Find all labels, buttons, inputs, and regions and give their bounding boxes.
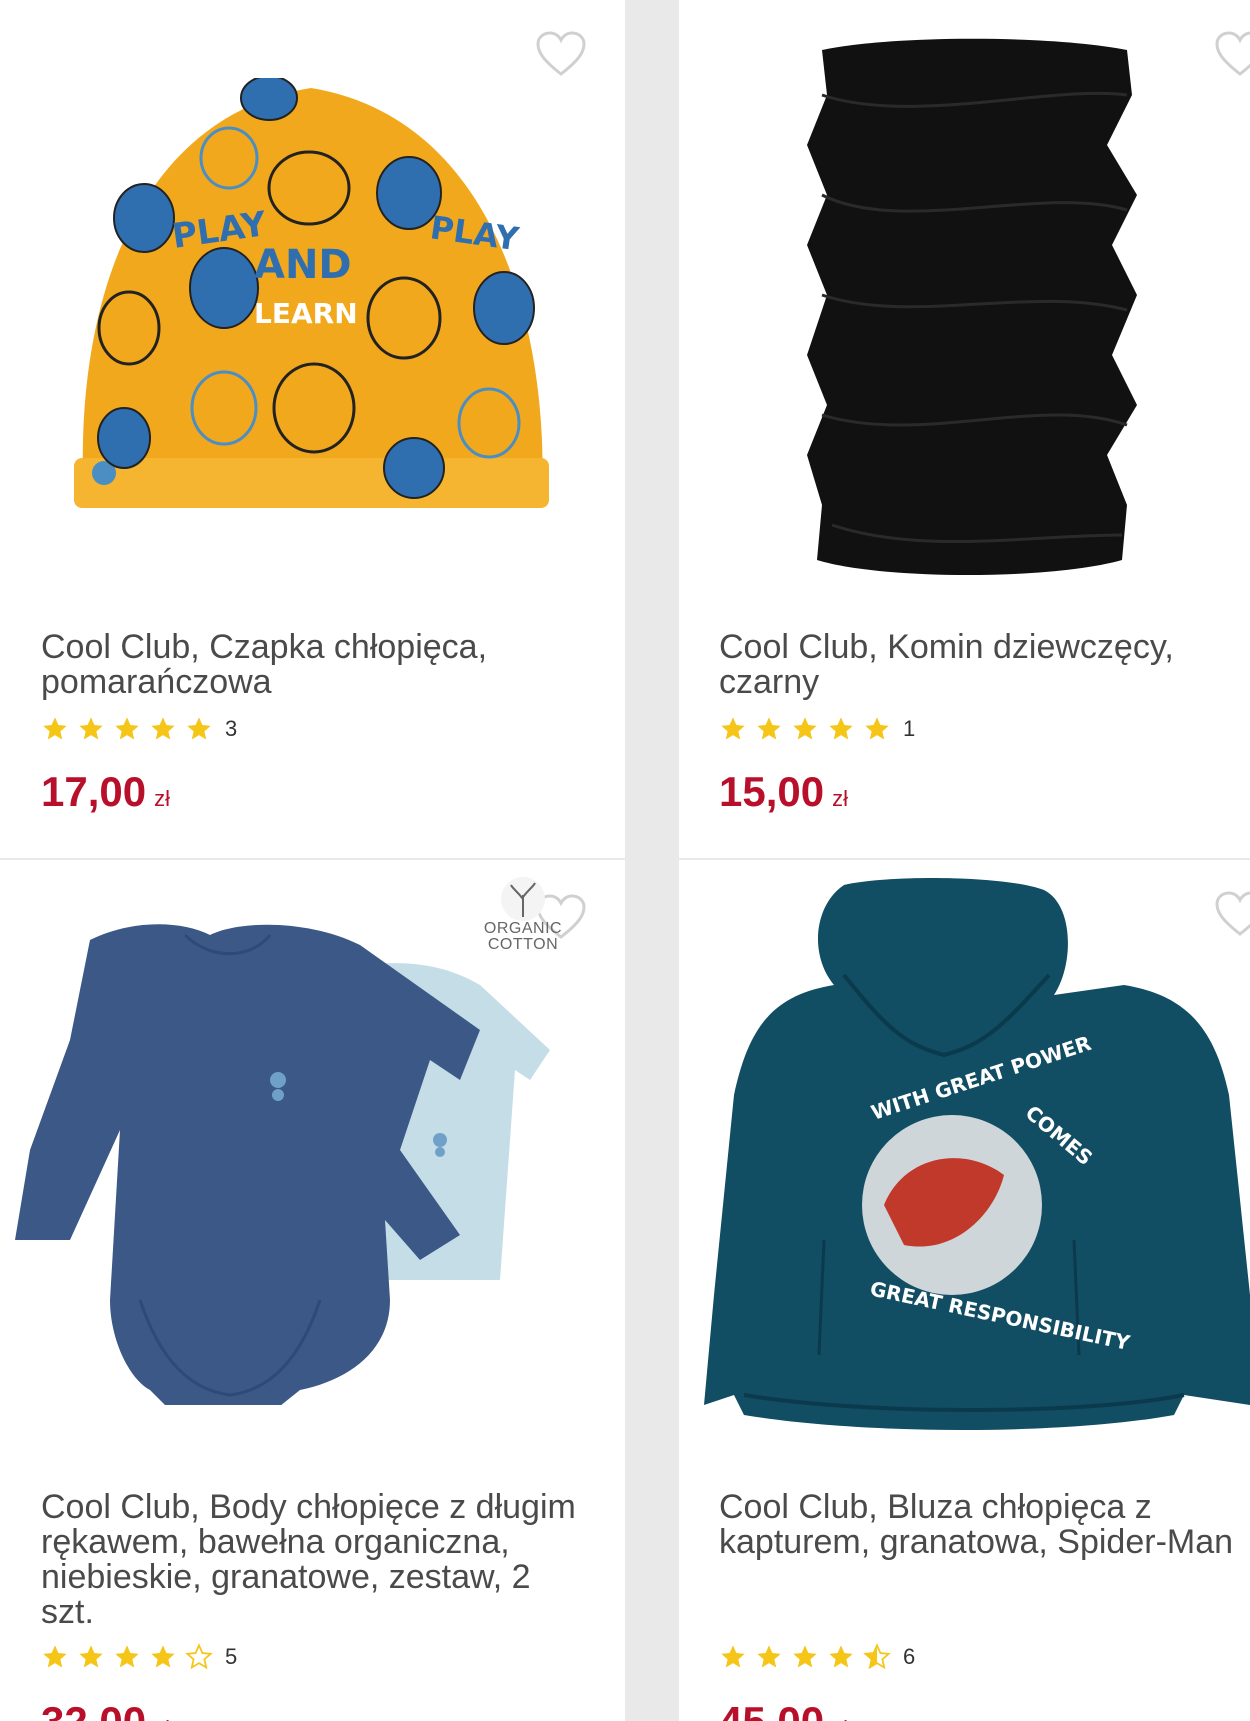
star-icon <box>827 1643 855 1671</box>
product-card[interactable]: WITH GREAT POWER COMES GREAT RESPONSIBIL… <box>679 860 1250 1721</box>
price-currency: zł <box>832 786 848 811</box>
star-half-icon <box>863 1643 891 1671</box>
product-card[interactable]: Cool Club, Komin dziewczęcy, czarny 1 15… <box>679 0 1250 858</box>
star-outline-icon <box>185 1643 213 1671</box>
product-card[interactable]: PLAY PLAY AND LEARN Cool Club, Czapka ch… <box>0 0 625 858</box>
price: 32,00 zł <box>41 1698 170 1721</box>
rating-count: 5 <box>225 1644 238 1669</box>
star-icon <box>719 1643 747 1671</box>
price: 45,00 zł <box>719 1698 848 1721</box>
star-icon <box>149 1643 177 1671</box>
rating: 1 <box>719 715 915 743</box>
product-title[interactable]: Cool Club, Body chłopięce z długim rękaw… <box>41 1490 591 1630</box>
svg-text:AND: AND <box>254 242 352 288</box>
price: 17,00 zł <box>41 768 170 816</box>
product-image[interactable] <box>10 900 605 1405</box>
star-icon <box>41 1643 69 1671</box>
star-icon <box>791 1643 819 1671</box>
product-image[interactable]: WITH GREAT POWER COMES GREAT RESPONSIBIL… <box>704 875 1250 1475</box>
product-grid: PLAY PLAY AND LEARN Cool Club, Czapka ch… <box>0 0 1250 1721</box>
price-amount: 17,00 <box>41 768 147 815</box>
rating-count: 6 <box>903 1644 916 1669</box>
product-title[interactable]: Cool Club, Komin dziewczęcy, czarny <box>719 630 1249 700</box>
svg-text:LEARN: LEARN <box>254 297 358 330</box>
star-icon <box>77 715 105 743</box>
rating: 5 <box>41 1643 237 1671</box>
star-icon <box>863 715 891 743</box>
star-icon <box>791 715 819 743</box>
rating: 6 <box>719 1643 915 1671</box>
rating-count: 1 <box>903 716 916 741</box>
price-currency: zł <box>832 1716 848 1721</box>
heart-icon[interactable] <box>535 30 587 78</box>
star-icon <box>113 1643 141 1671</box>
star-icon <box>149 715 177 743</box>
price-currency: zł <box>154 786 170 811</box>
star-icon <box>755 715 783 743</box>
star-icon <box>77 1643 105 1671</box>
rating: 3 <box>41 715 237 743</box>
rating-count: 3 <box>225 716 238 741</box>
star-icon <box>755 1643 783 1671</box>
star-icon <box>113 715 141 743</box>
product-title[interactable]: Cool Club, Bluza chłopięca z kapturem, g… <box>719 1490 1249 1560</box>
price-currency: zł <box>154 1716 170 1721</box>
product-card[interactable]: ORGANIC COTTON Cool Club, Body chłopięce… <box>0 860 625 1721</box>
star-icon <box>827 715 855 743</box>
product-image[interactable]: PLAY PLAY AND LEARN <box>74 78 549 533</box>
product-title[interactable]: Cool Club, Czapka chłopięca, pomarańczow… <box>41 630 591 700</box>
price-amount: 45,00 <box>719 1698 824 1721</box>
price-amount: 15,00 <box>719 768 825 815</box>
heart-icon[interactable] <box>1214 30 1250 78</box>
price-amount: 32,00 <box>41 1698 146 1721</box>
price: 15,00 zł <box>719 768 848 816</box>
star-icon <box>719 715 747 743</box>
star-icon <box>185 715 213 743</box>
star-icon <box>41 715 69 743</box>
product-image[interactable] <box>802 35 1147 580</box>
